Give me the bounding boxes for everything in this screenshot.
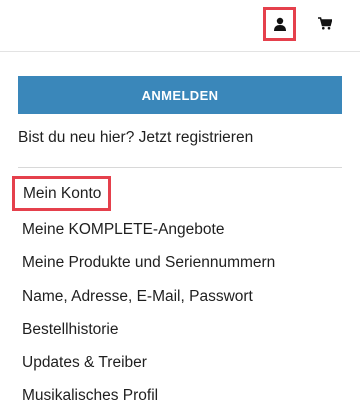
cart-button[interactable] bbox=[314, 12, 336, 34]
menu-item-komplete-angebote[interactable]: Meine KOMPLETE-Angebote bbox=[22, 219, 224, 241]
divider bbox=[18, 167, 342, 168]
top-bar bbox=[0, 0, 360, 52]
menu-item-mein-konto[interactable]: Mein Konto bbox=[12, 176, 112, 211]
menu-item-bestellhistorie[interactable]: Bestellhistorie bbox=[22, 319, 119, 341]
register-prompt[interactable]: Bist du neu hier? Jetzt registrieren bbox=[18, 128, 342, 148]
cart-icon bbox=[318, 16, 332, 29]
account-panel: ANMELDEN Bist du neu hier? Jetzt registr… bbox=[18, 76, 342, 168]
menu-item-name-adresse[interactable]: Name, Adresse, E-Mail, Passwort bbox=[22, 286, 253, 308]
login-button[interactable]: ANMELDEN bbox=[18, 76, 342, 114]
register-link[interactable]: Bist du neu hier? Jetzt registrieren bbox=[18, 129, 253, 146]
account-button[interactable] bbox=[263, 7, 296, 41]
user-icon bbox=[273, 17, 286, 31]
menu-item-produkte-seriennummern[interactable]: Meine Produkte und Seriennummern bbox=[22, 252, 275, 274]
menu-item-musikalisches-profil[interactable]: Musikalisches Profil bbox=[22, 385, 158, 407]
menu-item-updates-treiber[interactable]: Updates & Treiber bbox=[22, 352, 147, 374]
